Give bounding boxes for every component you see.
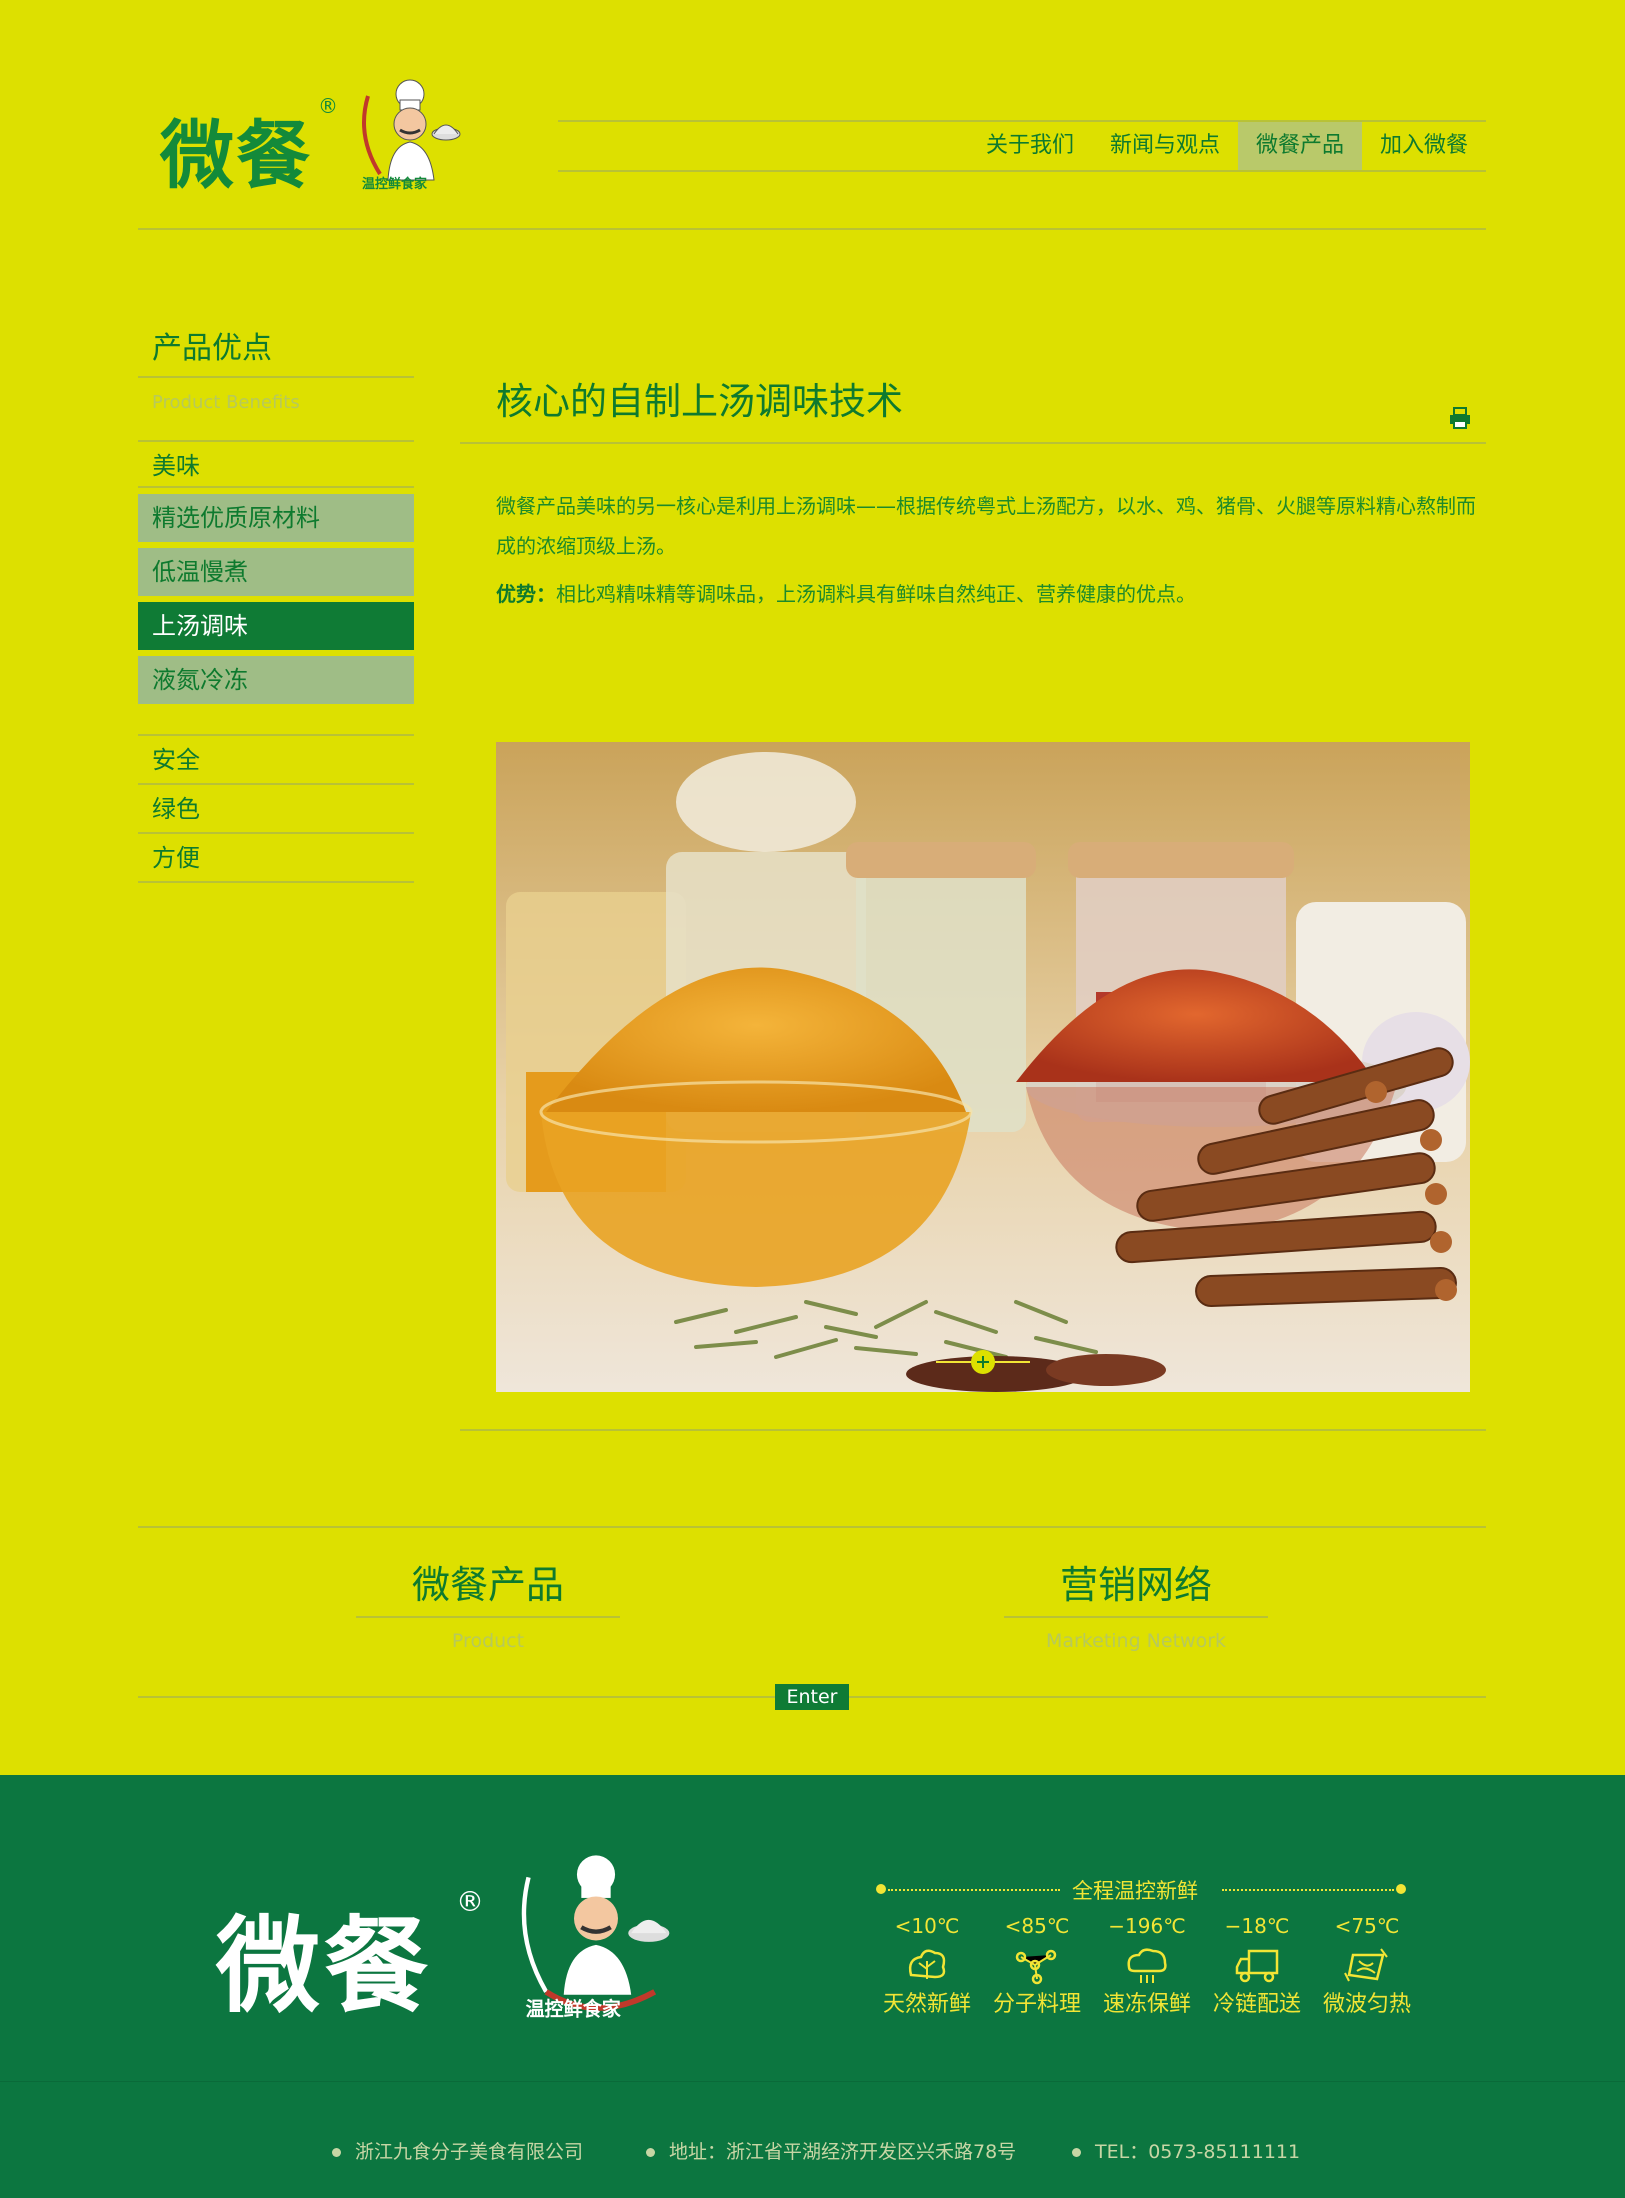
intro-paragraph: 微餐产品美味的另一核心是利用上汤调味——根据传统粤式上汤配方，以水、鸡、猪骨、火… (496, 494, 1476, 558)
sidebar-link-safety[interactable]: 安全 (138, 736, 414, 785)
svg-text:温控鲜食家: 温控鲜食家 (362, 176, 428, 192)
feature-molecular: <85℃ 分子料理 (982, 1911, 1092, 2021)
main-nav: 关于我们 新闻与观点 微餐产品 加入微餐 (558, 120, 1486, 172)
brand-logo[interactable]: 微餐 ® 温控鲜食家 (160, 76, 470, 201)
sidebar-item-soup-seasoning[interactable]: 上汤调味 (138, 602, 414, 650)
sidebar-title: 产品优点 (138, 326, 414, 378)
bullet-icon (646, 2148, 655, 2157)
feature-microwave: <75℃ 微波匀热 (1312, 1911, 1422, 2021)
feature-temp: <85℃ (1004, 1914, 1070, 1938)
bullet-icon (1072, 2148, 1081, 2157)
footer-company: 浙江九食分子美食有限公司 (332, 2137, 583, 2164)
chef-mascot-icon: 温控鲜食家 (362, 79, 461, 192)
page-title: 核心的自制上汤调味技术 (460, 370, 1486, 444)
feature-label: 分子料理 (992, 1992, 1081, 2017)
advantage-paragraph: 优势：相比鸡精味精等调味品，上汤调料具有鲜味自然纯正、营养健康的优点。 (460, 574, 1486, 614)
sidebar-link-convenient[interactable]: 方便 (138, 834, 414, 883)
nav-join[interactable]: 加入微餐 (1362, 122, 1486, 170)
spices-photo[interactable] (496, 742, 1470, 1392)
microwave-icon (1344, 1948, 1388, 1982)
bottom-nav-marketing[interactable]: 营销网络 Marketing Network (1004, 1556, 1268, 1668)
bottom-nav-products[interactable]: 微餐产品 Product (356, 1556, 620, 1668)
features-title: 全程温控新鲜 (1072, 1879, 1198, 1903)
svg-text:温控鲜食家: 温控鲜食家 (526, 1997, 622, 2020)
truck-icon (1235, 1949, 1279, 1983)
advantage-label: 优势： (496, 582, 556, 606)
registered-mark: ® (318, 94, 338, 118)
feature-fresh: <10℃ 天然新鲜 (872, 1911, 982, 2021)
nav-news[interactable]: 新闻与观点 (1092, 122, 1238, 170)
feature-temp: <10℃ (894, 1914, 960, 1938)
feature-cold-chain: −18℃ 冷链配送 (1202, 1911, 1312, 2021)
footer-company-text: 浙江九食分子美食有限公司 (355, 2141, 584, 2163)
main-content: 核心的自制上汤调味技术 微餐产品美味的另一核心是利用上汤调味——根据传统粤式上汤… (460, 370, 1486, 614)
sidebar-item-nitrogen-freeze[interactable]: 液氮冷冻 (138, 656, 414, 704)
footer-address: 地址：浙江省平湖经济开发区兴禾路78号 (646, 2137, 1016, 2164)
page-title-text: 核心的自制上汤调味技术 (496, 380, 903, 423)
molecule-icon (1015, 1949, 1057, 1985)
features-row: <10℃ 天然新鲜 <85℃ 分子料理 −196℃ 速冻保鲜 −18℃ 冷链配送… (872, 1911, 1422, 2021)
bottom-nav-top-rule (138, 1526, 1486, 1528)
feature-temp: −196℃ (1108, 1914, 1186, 1938)
sidebar-link-green[interactable]: 绿色 (138, 785, 414, 834)
footer-address-text: 地址：浙江省平湖经济开发区兴禾路78号 (669, 2141, 1017, 2163)
nav-about[interactable]: 关于我们 (968, 122, 1092, 170)
bottom-nav-products-sub: Product (451, 1630, 525, 1652)
features-line-left (888, 1889, 1060, 1891)
sidebar-item-slow-cook[interactable]: 低温慢煮 (138, 548, 414, 596)
footer: 微餐 ® 温控鲜食家 全程温控新鲜 <10℃ 天然新鲜 <85℃ 分子料理 −1… (0, 1775, 1625, 2198)
footer-tel: TEL：0573-85111111 (1072, 2137, 1300, 2164)
footer-registered-mark: ® (456, 1885, 484, 1918)
sidebar-links: 安全 绿色 方便 (138, 734, 414, 883)
features-line-right (1222, 1889, 1394, 1891)
bottom-nav-marketing-sub: Marketing Network (1045, 1630, 1227, 1652)
sidebar-subtitle: Product Benefits (138, 378, 414, 442)
nitrogen-cloud-icon (1127, 1948, 1167, 1983)
vegetable-icon (908, 1949, 946, 1979)
feature-quick-freeze: −196℃ 速冻保鲜 (1092, 1911, 1202, 2021)
feature-label: 速冻保鲜 (1102, 1992, 1191, 2017)
footer-tel-text: TEL：0573-85111111 (1095, 2141, 1301, 2163)
footer-logo-text: 微餐 (216, 1904, 433, 2027)
bullet-icon (332, 2148, 341, 2157)
sidebar: 产品优点 Product Benefits 美味 精选优质原材料 低温慢煮 上汤… (138, 326, 414, 883)
sidebar-item-taste[interactable]: 美味 (138, 442, 414, 488)
header-divider (138, 228, 1486, 230)
feature-temp: −18℃ (1224, 1914, 1290, 1938)
spices-illustration (496, 742, 1470, 1392)
print-icon[interactable] (1448, 406, 1472, 430)
nav-products[interactable]: 微餐产品 (1237, 122, 1362, 170)
bottom-nav-marketing-title: 营销网络 (1004, 1556, 1268, 1618)
bottom-nav-products-title: 微餐产品 (356, 1556, 620, 1618)
footer-chef-mascot-icon: 温控鲜食家 (521, 1855, 670, 2020)
footer-divider (0, 2081, 1625, 2082)
feature-label: 冷链配送 (1212, 1992, 1301, 2017)
sidebar-item-ingredients[interactable]: 精选优质原材料 (138, 494, 414, 542)
feature-label: 微波匀热 (1322, 1992, 1411, 2017)
feature-temp: <75℃ (1334, 1914, 1400, 1938)
features-dot-right (1396, 1884, 1406, 1894)
enter-button[interactable]: Enter (775, 1684, 849, 1710)
content-divider (460, 1429, 1486, 1431)
logo-text: 微餐 (160, 113, 312, 199)
feature-label: 天然新鲜 (882, 1992, 971, 2017)
features-header: 全程温控新鲜 (876, 1875, 1406, 1905)
advantage-text: 相比鸡精味精等调味品，上汤调料具有鲜味自然纯正、营养健康的优点。 (556, 582, 1196, 606)
features-dot-left (876, 1884, 886, 1894)
